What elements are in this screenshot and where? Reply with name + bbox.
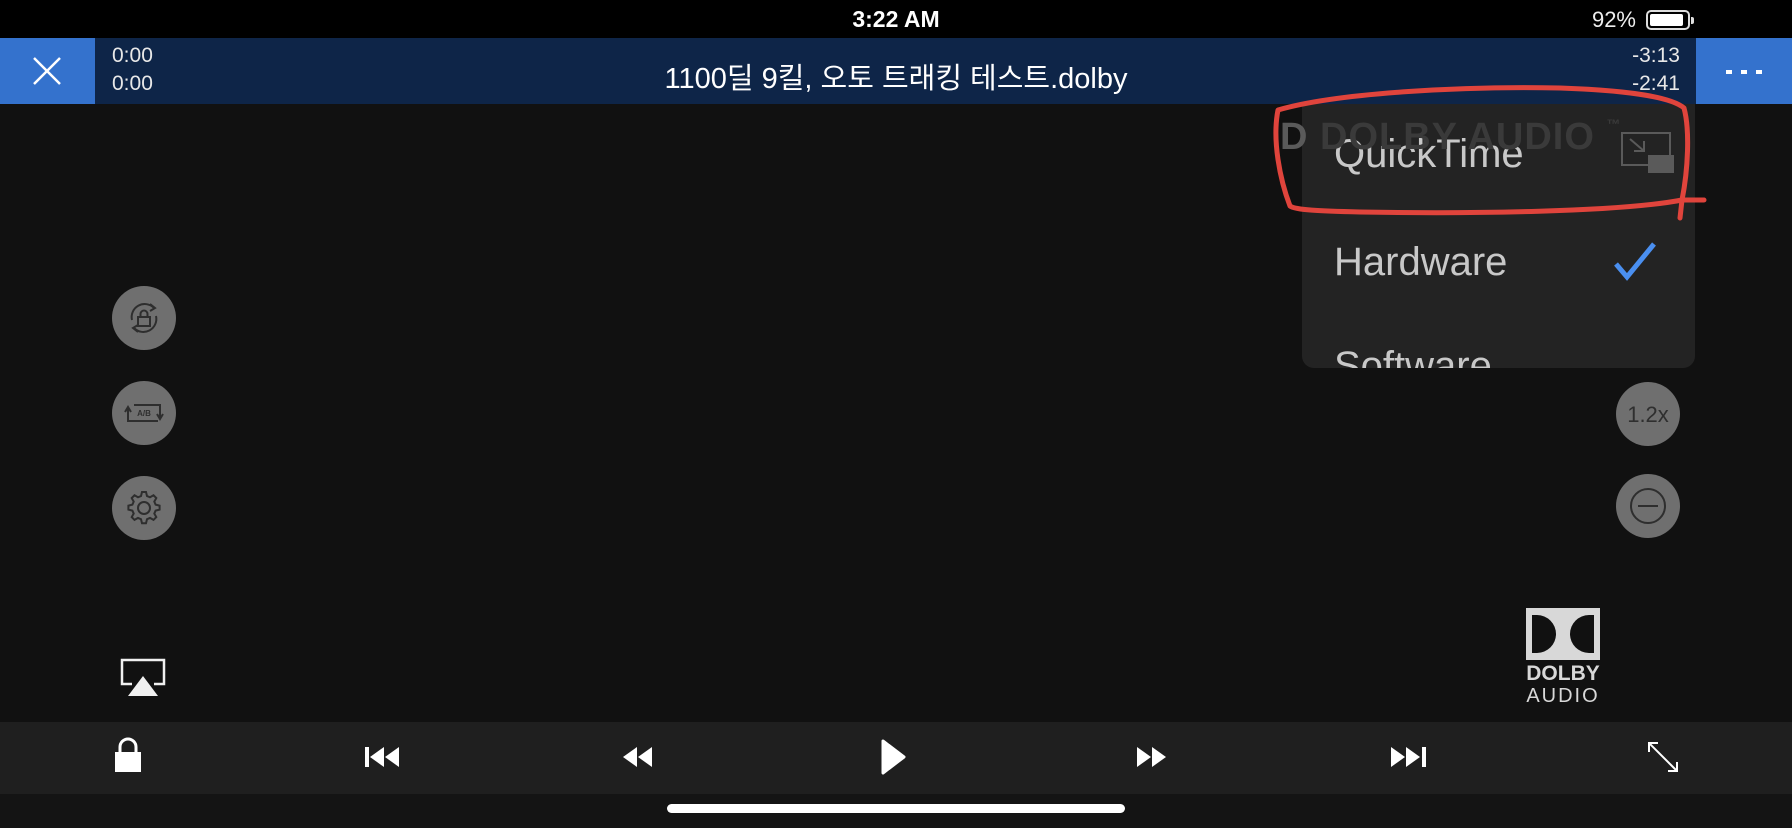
decoder-option-software[interactable]: Software <box>1334 344 1492 368</box>
ghost-dolby-tm: ™ <box>1606 116 1622 132</box>
fullscreen-button[interactable] <box>1646 736 1692 780</box>
rewind-button[interactable] <box>620 736 666 780</box>
gear-icon <box>127 491 161 525</box>
home-indicator[interactable] <box>667 804 1125 813</box>
picture-in-picture-button[interactable] <box>1620 131 1676 180</box>
more-icon <box>1726 70 1732 74</box>
svg-text:A/B: A/B <box>137 409 151 418</box>
lock-button[interactable] <box>112 736 158 780</box>
airplay-button[interactable] <box>120 658 166 698</box>
battery-percent: 92% <box>1591 7 1636 32</box>
dolby-audio-logo: DOLBY AUDIO <box>1524 608 1602 707</box>
more-icon-dot <box>1756 70 1762 74</box>
skip-next-icon <box>1391 747 1426 767</box>
status-time: 3:22 AM <box>852 6 940 32</box>
ab-repeat-button[interactable]: A/B <box>112 381 176 445</box>
status-bar: 3:22 AM 92% <box>0 0 1792 38</box>
dolby-logo-subtext: AUDIO <box>1526 685 1600 707</box>
ghost-dolby-text: DOLBY AUDIO <box>1320 116 1595 158</box>
fast-forward-icon <box>1137 747 1166 767</box>
skip-previous-icon <box>365 747 399 767</box>
ghost-dolby-mark: D <box>1280 116 1309 158</box>
play-icon <box>881 739 906 775</box>
dolby-icon <box>1526 608 1600 660</box>
rotation-lock-button[interactable] <box>112 286 176 350</box>
remaining-time: -3:13 <box>1632 44 1680 67</box>
skip-next-button[interactable] <box>1388 736 1434 780</box>
more-button[interactable] <box>1696 38 1792 104</box>
rewind-icon <box>623 747 652 767</box>
ghost-dolby-logo: D DOLBY AUDIO ™ <box>1280 116 1621 159</box>
fast-forward-button[interactable] <box>1134 736 1180 780</box>
checkmark-icon <box>1614 242 1656 281</box>
airplay-icon <box>120 658 166 696</box>
skip-previous-button[interactable] <box>364 736 410 780</box>
speed-decrease-button[interactable] <box>1616 474 1680 538</box>
minus-icon <box>1630 488 1666 524</box>
decoder-option-hardware[interactable]: Hardware <box>1334 240 1507 285</box>
playback-speed-button[interactable]: 1.2x <box>1616 382 1680 446</box>
play-button[interactable] <box>880 736 926 780</box>
battery-icon <box>1646 10 1694 30</box>
speed-label: 1.2x <box>1627 402 1669 427</box>
lock-icon <box>115 737 141 772</box>
player-header: 0:00 0:00 1100딜 9킬, 오토 트래킹 테스트.dolby -3:… <box>0 38 1792 104</box>
dolby-logo-text: DOLBY <box>1526 662 1600 685</box>
expand-icon <box>1648 742 1678 772</box>
rotation-lock-icon <box>130 303 158 333</box>
video-title: 1100딜 9킬, 오토 트래킹 테스트.dolby <box>664 63 1128 95</box>
settings-button[interactable] <box>112 476 176 540</box>
remaining-time-secondary: -2:41 <box>1632 72 1680 95</box>
picture-in-picture-icon <box>1621 132 1674 173</box>
ab-repeat-icon: A/B <box>124 404 164 422</box>
more-icon-dot <box>1741 70 1747 74</box>
